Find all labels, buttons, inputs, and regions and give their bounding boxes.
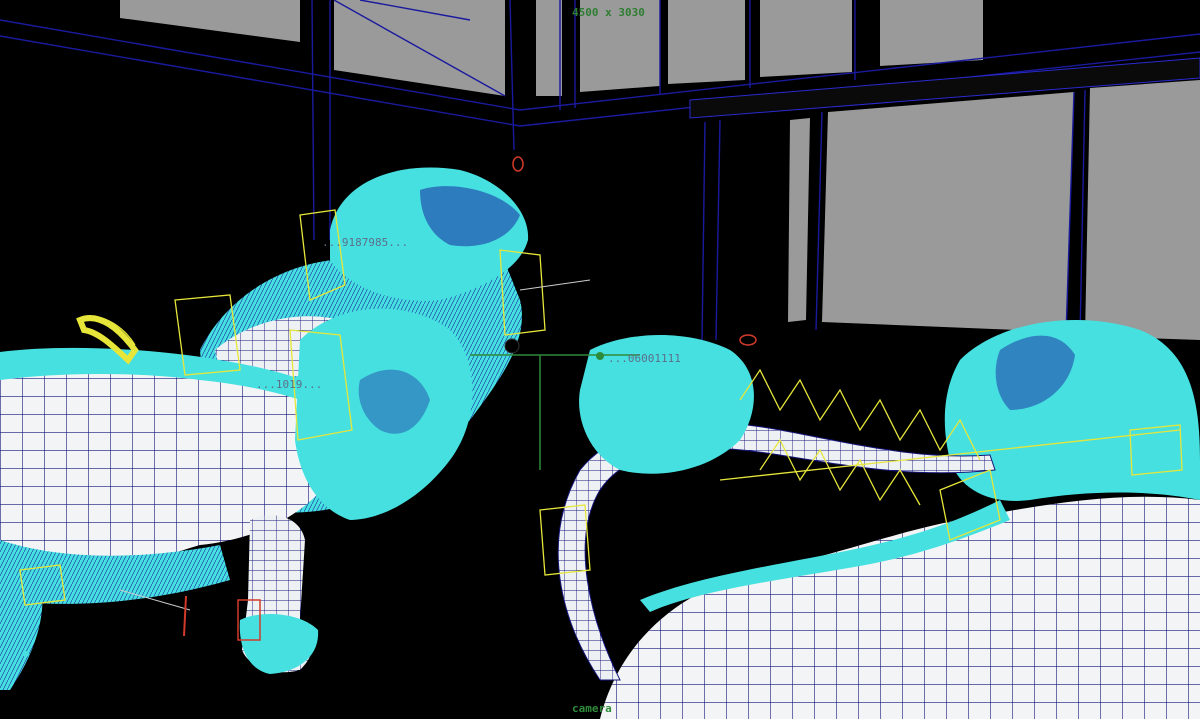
node-label: ...9187985... <box>322 236 409 249</box>
resolution-gate-label: 4500 x 3030 <box>572 6 645 19</box>
ceiling-panel <box>760 0 852 77</box>
ceiling-panel <box>120 0 300 42</box>
window-panel <box>788 118 810 322</box>
3d-viewport[interactable]: 4500 x 3030 camera ...9187985... ...1019… <box>0 0 1200 719</box>
lion-left[interactable] <box>0 308 473 690</box>
ceiling-panel <box>668 0 745 84</box>
lion-right[interactable] <box>557 320 1200 719</box>
ceiling-panel <box>880 0 983 66</box>
pivot-manipulator-icon <box>504 338 520 354</box>
locator-icon <box>596 352 604 360</box>
node-label: ...06001111 <box>608 352 681 365</box>
ceiling-panel <box>536 0 562 96</box>
node-label: ...1019... <box>256 378 323 391</box>
window-panel <box>822 92 1074 332</box>
window-panel <box>1085 80 1200 340</box>
camera-name-label: camera <box>572 702 612 715</box>
room-set <box>0 0 1200 341</box>
viewport-scene[interactable] <box>0 0 1200 719</box>
